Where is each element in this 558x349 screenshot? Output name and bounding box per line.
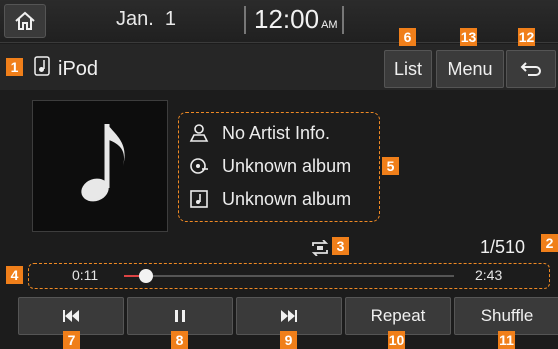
callout-label: 13	[460, 28, 477, 46]
callout-label: 9	[280, 331, 297, 349]
album-art	[32, 100, 168, 232]
callout-label: 11	[498, 331, 515, 349]
back-button[interactable]	[506, 50, 556, 88]
person-icon	[189, 124, 209, 142]
callout-label: 5	[382, 157, 399, 175]
source-title: iPod	[58, 58, 99, 80]
song-icon	[190, 190, 208, 208]
track-count: 1/510	[480, 237, 526, 257]
skip-previous-icon	[63, 310, 79, 322]
total-time: 2:43	[475, 267, 503, 283]
callout-label: 4	[6, 266, 23, 284]
music-note-icon	[34, 56, 50, 76]
pause-button[interactable]	[127, 297, 233, 335]
callout-label: 7	[63, 331, 80, 349]
ampm: AM	[321, 19, 338, 31]
album-name: Unknown album	[222, 155, 352, 176]
date-display: Jan. 1	[116, 8, 177, 30]
home-icon	[15, 11, 35, 30]
callout-label: 1	[6, 58, 23, 76]
song-title: Unknown album	[222, 188, 352, 209]
menu-button[interactable]: Menu	[436, 50, 504, 88]
artist-row: No Artist Info.	[188, 122, 330, 144]
home-button[interactable]	[4, 4, 46, 38]
list-button[interactable]: List	[384, 50, 432, 88]
skip-next-icon	[281, 310, 297, 322]
progress-track[interactable]	[124, 269, 454, 283]
music-note-icon	[81, 124, 125, 202]
repeat-button[interactable]: Repeat	[345, 297, 451, 335]
pause-icon	[175, 310, 185, 322]
album-icon	[190, 158, 208, 174]
callout-label: 3	[332, 237, 349, 255]
shuffle-button[interactable]: Shuffle	[454, 297, 558, 335]
back-arrow-icon	[520, 62, 541, 76]
callout-label: 10	[388, 331, 405, 349]
divider	[244, 6, 246, 34]
previous-button[interactable]	[18, 297, 124, 335]
clock: 12:00 AM	[254, 4, 338, 35]
callout-label: 2	[541, 234, 558, 252]
next-button[interactable]	[236, 297, 342, 335]
head-unit-screen: Jan. 1 12:00AM iPod List Menu No Artist	[0, 0, 558, 349]
progress-knob[interactable]	[139, 269, 154, 283]
callout-label: 12	[518, 28, 535, 46]
artist-name: No Artist Info.	[222, 122, 331, 143]
callout-label: 6	[399, 28, 416, 46]
repeat-icon	[311, 240, 329, 256]
divider	[342, 6, 344, 34]
song-row: Unknown album	[188, 188, 351, 210]
album-row: Unknown album	[188, 155, 351, 177]
time-value: 12:00	[254, 4, 320, 34]
callout-label: 8	[171, 331, 188, 349]
elapsed-time: 0:11	[72, 267, 99, 283]
